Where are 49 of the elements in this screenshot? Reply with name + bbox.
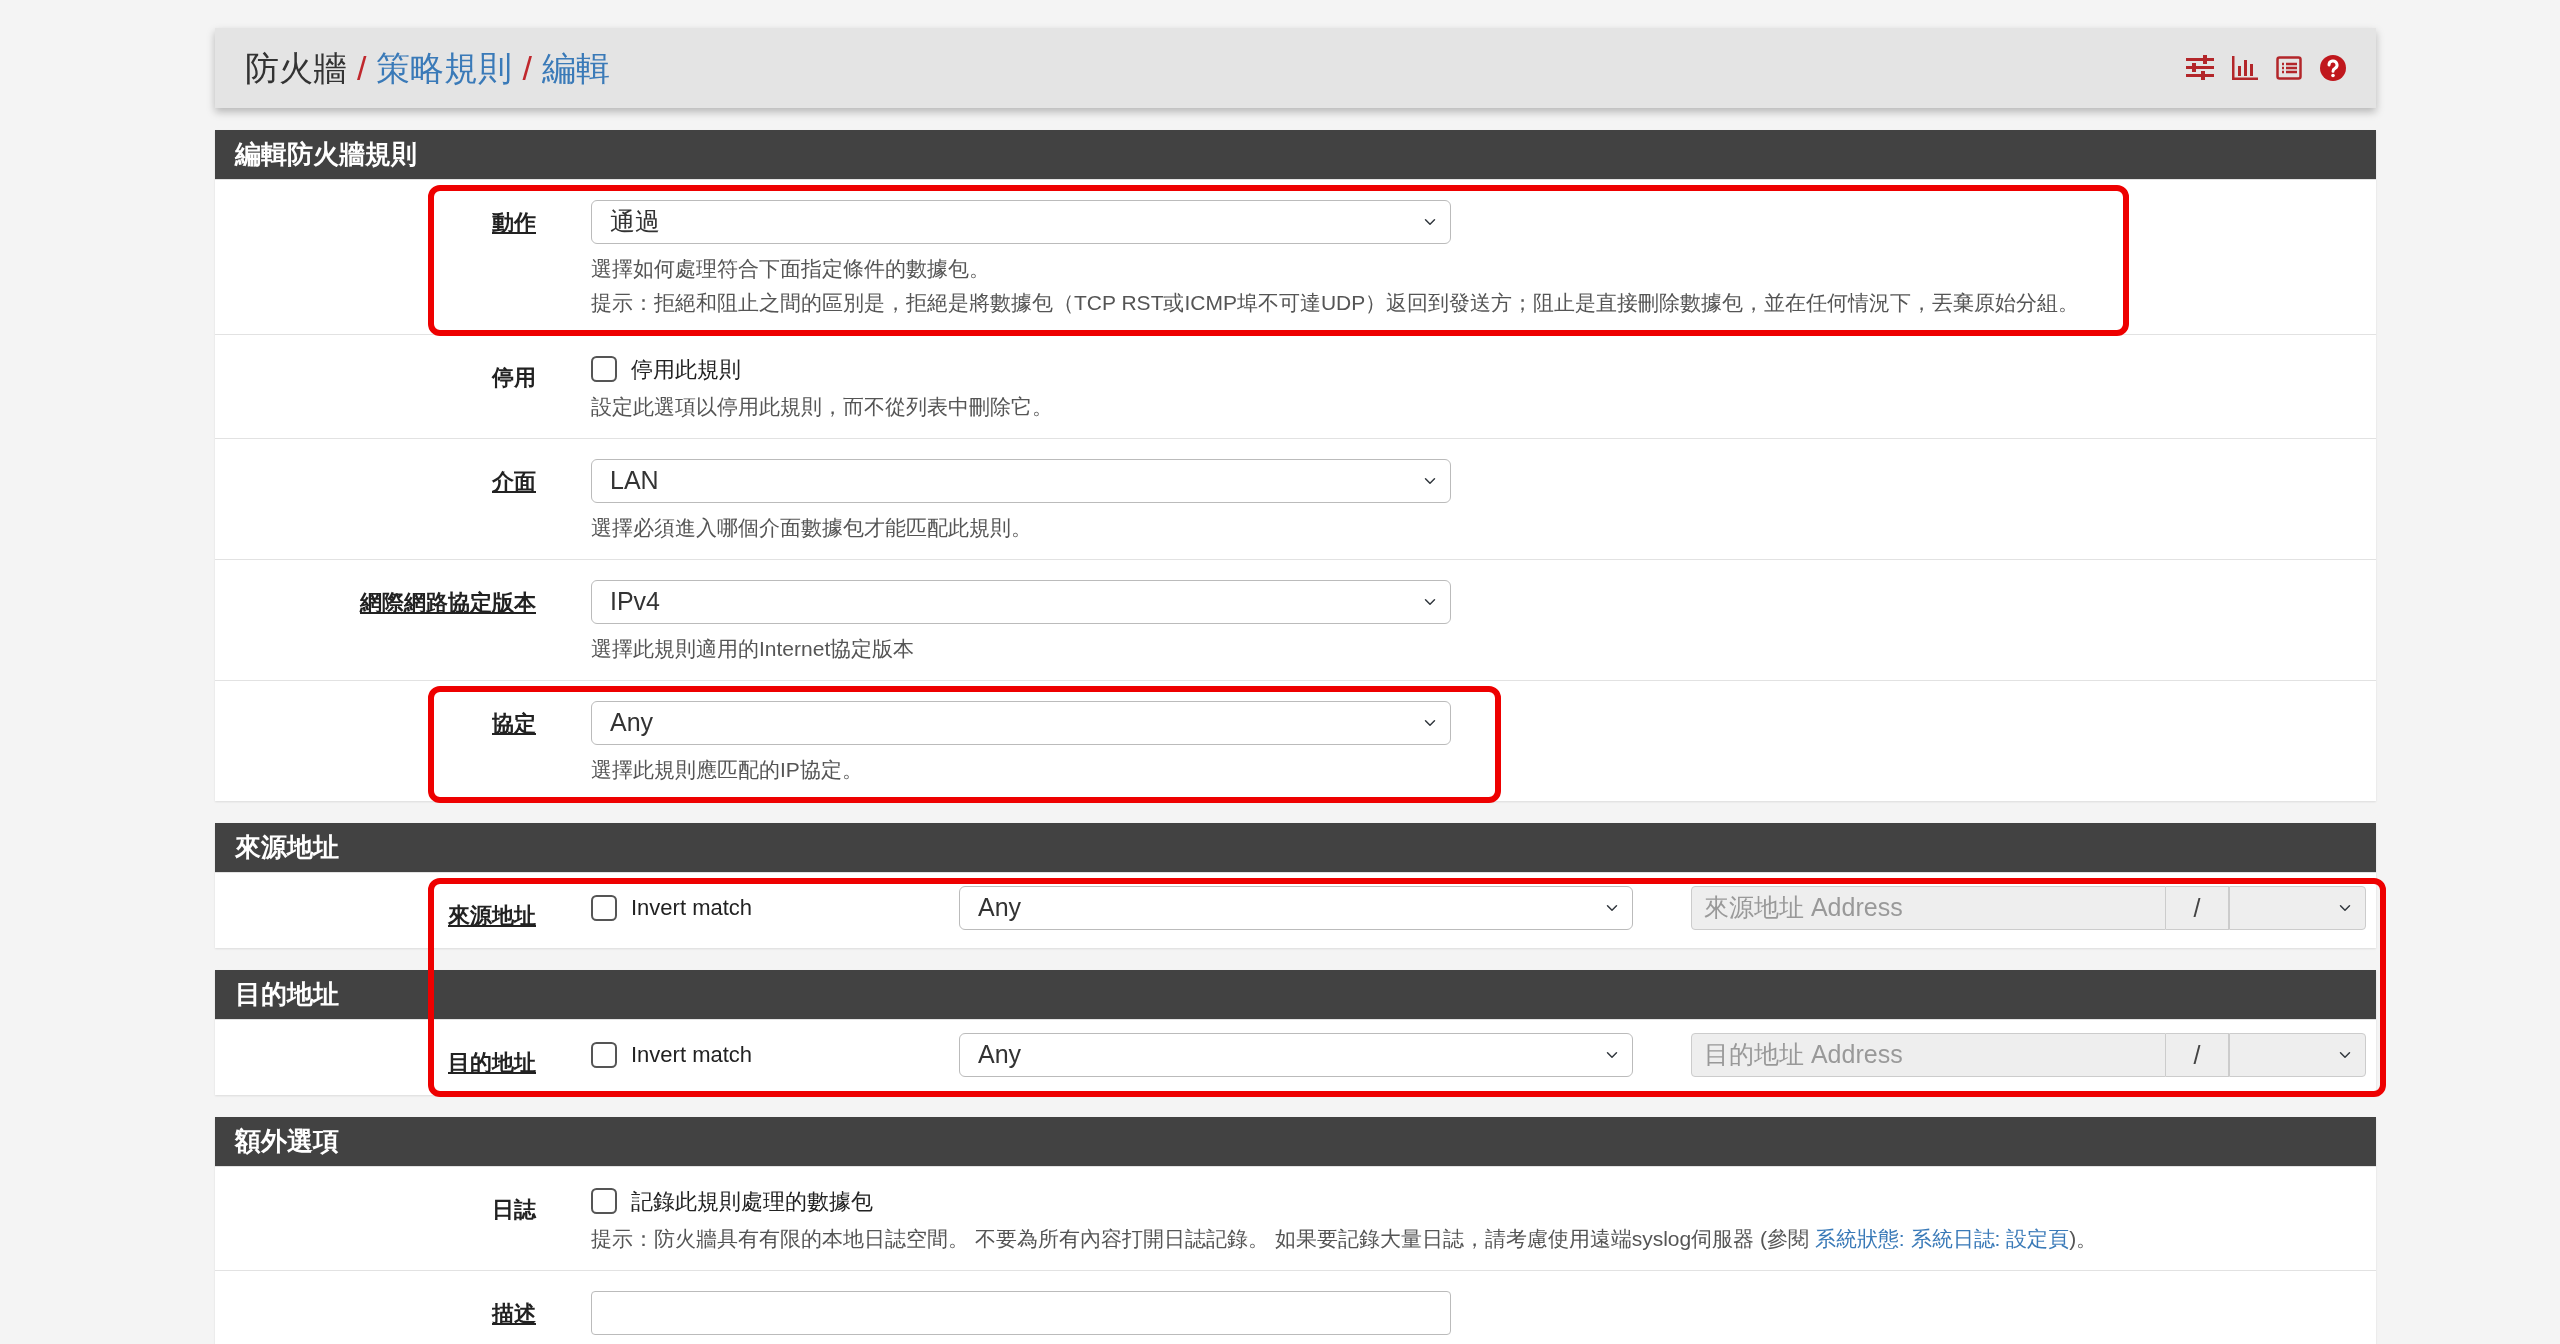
breadcrumb-link[interactable]: 策略規則 [376,42,513,94]
mask-slash-addon: / [2166,885,2229,930]
dropdown[interactable]: 通過 [591,200,1451,244]
section-header: 目的地址 [215,970,2376,1019]
checkbox[interactable] [591,1188,617,1214]
help-text: 提示：拒絕和阻止之間的區別是，拒絕是將數據包（TCP RST或ICMP埠不可達UDP）返回到發送方；阻止是直接刪除數據包，並在任何情況下，丟棄原始分組。 [591,290,2080,316]
field-label: 描述 [492,1301,536,1326]
mask-slash-addon: / [2166,1032,2229,1077]
help-text: 設定此選項以停用此規則，而不從列表中刪除它。 [591,394,1053,420]
field-label: 網際網路協定版本 [360,590,536,615]
breadcrumb-link[interactable]: 編輯 [541,42,610,94]
text-field[interactable] [591,1291,1451,1335]
field-label: 停用 [492,365,536,390]
field-label: 來源地址 [448,903,536,928]
field-label: 日誌 [492,1197,536,1222]
help-text: 選擇必須進入哪個介面數據包才能匹配此規則。 [591,515,1033,541]
bar-chart-icon[interactable] [2232,56,2258,80]
address-field[interactable]: 來源地址 Address [1691,885,2166,930]
checkbox-label: Invert match [631,894,753,922]
breadcrumb-text: 防火牆 [245,47,347,89]
checkbox[interactable] [591,894,617,921]
section-header: 編輯防火牆規則 [215,130,2376,179]
dropdown[interactable]: Any [959,885,1633,930]
dropdown[interactable]: Any [959,1032,1633,1077]
help-text: 提示：防火牆具有有限的本地日誌空間。 不要為所有內容打開日誌記錄。 如果要記錄大量日誌，請考慮使用遠端syslog伺服器 (參閱 系統狀態: 系統日誌: 設定頁)。 [591,1226,2098,1252]
settings-link[interactable]: 系統狀態: 系統日誌: 設定頁 [1814,1227,2070,1250]
field-label: 動作 [492,210,536,235]
help-text: 選擇如何處理符合下面指定條件的數據包。 [591,256,991,282]
help-text: 選擇此規則適用的Internet協定版本 [591,636,916,662]
checkbox-label: 記錄此規則處理的數據包 [631,1187,873,1216]
help-icon[interactable] [2320,55,2346,81]
checkbox[interactable] [591,1041,617,1068]
dropdown[interactable]: IPv4 [591,580,1451,624]
sliders-icon[interactable] [2186,55,2214,81]
help-text: 選擇此規則應匹配的IP協定。 [591,757,864,783]
checkbox[interactable] [591,356,617,382]
checkbox-label: 停用此規則 [631,355,741,384]
field-label: 協定 [492,711,536,736]
section-header: 來源地址 [215,823,2376,872]
field-label: 介面 [492,469,536,494]
dropdown[interactable]: Any [591,701,1451,745]
address-field[interactable]: 目的地址 Address [1691,1032,2166,1077]
dropdown[interactable]: LAN [591,459,1451,503]
breadcrumb-separator: / [357,47,367,89]
section-header: 額外選項 [215,1117,2376,1166]
breadcrumb-separator: / [522,47,532,89]
list-icon[interactable] [2276,56,2302,80]
checkbox-label: Invert match [631,1041,753,1069]
field-label: 目的地址 [448,1050,536,1075]
